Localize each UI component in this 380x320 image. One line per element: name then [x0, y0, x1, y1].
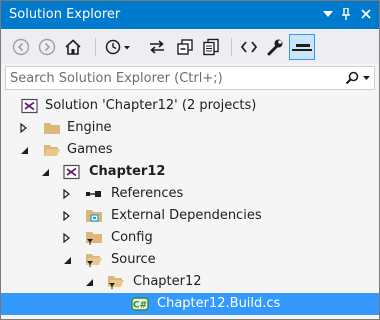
- sync-with-active-document-icon[interactable]: [147, 37, 167, 57]
- tree-item-build-file[interactable]: C# Chapter12.Build.cs: [1, 293, 379, 315]
- tree-item-label: References: [111, 186, 184, 201]
- toolbar-separator: [231, 38, 232, 56]
- title-bar: Solution Explorer: [1, 1, 379, 29]
- tree-item-games[interactable]: Games: [1, 139, 379, 161]
- dropdown-arrow-icon[interactable]: [319, 5, 337, 23]
- tree-item-label: External Dependencies: [111, 208, 262, 223]
- tree-item-config[interactable]: Config: [1, 227, 379, 249]
- svg-text:C#: C#: [133, 301, 147, 311]
- search-button[interactable]: [336, 69, 370, 87]
- window-title: Solution Explorer: [9, 7, 121, 22]
- solution-icon: [21, 98, 39, 114]
- expand-arrow-icon[interactable]: [61, 232, 73, 244]
- search-box: [5, 66, 375, 90]
- tree-item-label: Engine: [67, 120, 112, 135]
- home-icon[interactable]: [63, 37, 83, 57]
- cpp-project-icon: [63, 164, 81, 180]
- csharp-file-icon: C#: [131, 296, 149, 312]
- properties-icon[interactable]: [265, 37, 285, 57]
- tree-item-chapter12-folder[interactable]: Chapter12: [1, 271, 379, 293]
- tree-item-label: Games: [67, 142, 113, 157]
- tree-item-label: Source: [111, 252, 156, 267]
- collapse-arrow-icon[interactable]: [83, 276, 95, 288]
- search-icon: [345, 71, 359, 85]
- tree-item-chapter12-project[interactable]: Chapter12: [1, 161, 379, 183]
- folder-open-icon: [43, 142, 61, 158]
- folder-icon: [43, 120, 61, 136]
- tree-item-label: Solution 'Chapter12' (2 projects): [45, 98, 257, 113]
- tree-item-external-dependencies[interactable]: External Dependencies: [1, 205, 379, 227]
- toolbar-separator: [95, 38, 96, 56]
- external-dependencies-icon: [85, 208, 103, 224]
- filter-folder-icon: [85, 230, 103, 246]
- tree-item-label: Chapter12.Build.cs: [157, 296, 281, 311]
- collapse-arrow-icon[interactable]: [39, 166, 51, 178]
- tree-item-references[interactable]: References: [1, 183, 379, 205]
- expand-arrow-icon[interactable]: [18, 122, 30, 134]
- back-icon[interactable]: [11, 37, 31, 57]
- tree-item-solution[interactable]: Solution 'Chapter12' (2 projects): [1, 95, 379, 117]
- preview-selected-items-icon[interactable]: [289, 34, 315, 60]
- close-icon[interactable]: [357, 5, 375, 23]
- tree-item-label: Config: [111, 230, 153, 245]
- filter-folder-open-icon: [107, 274, 125, 290]
- forward-icon[interactable]: [37, 37, 57, 57]
- collapse-all-icon[interactable]: [175, 37, 195, 57]
- collapse-arrow-icon[interactable]: [18, 144, 30, 156]
- tree-item-engine[interactable]: Engine: [1, 117, 379, 139]
- chevron-down-icon: [363, 76, 370, 80]
- tree-item-source[interactable]: Source: [1, 249, 379, 271]
- expand-arrow-icon[interactable]: [61, 188, 73, 200]
- view-code-icon[interactable]: [239, 37, 259, 57]
- expand-arrow-icon[interactable]: [61, 210, 73, 222]
- collapse-arrow-icon[interactable]: [61, 254, 73, 266]
- filter-folder-open-icon: [85, 252, 103, 268]
- show-all-files-icon[interactable]: [201, 37, 221, 57]
- pending-changes-history-icon[interactable]: [105, 37, 133, 57]
- pin-icon[interactable]: [337, 5, 355, 23]
- tree-item-label: Chapter12: [133, 274, 202, 289]
- tree-item-label: Chapter12: [89, 164, 166, 179]
- references-icon: [85, 186, 103, 202]
- search-input[interactable]: [10, 69, 330, 87]
- solution-explorer-window: Solution Explorer Search Solution Explor…: [0, 0, 380, 320]
- toolbar: [1, 30, 379, 64]
